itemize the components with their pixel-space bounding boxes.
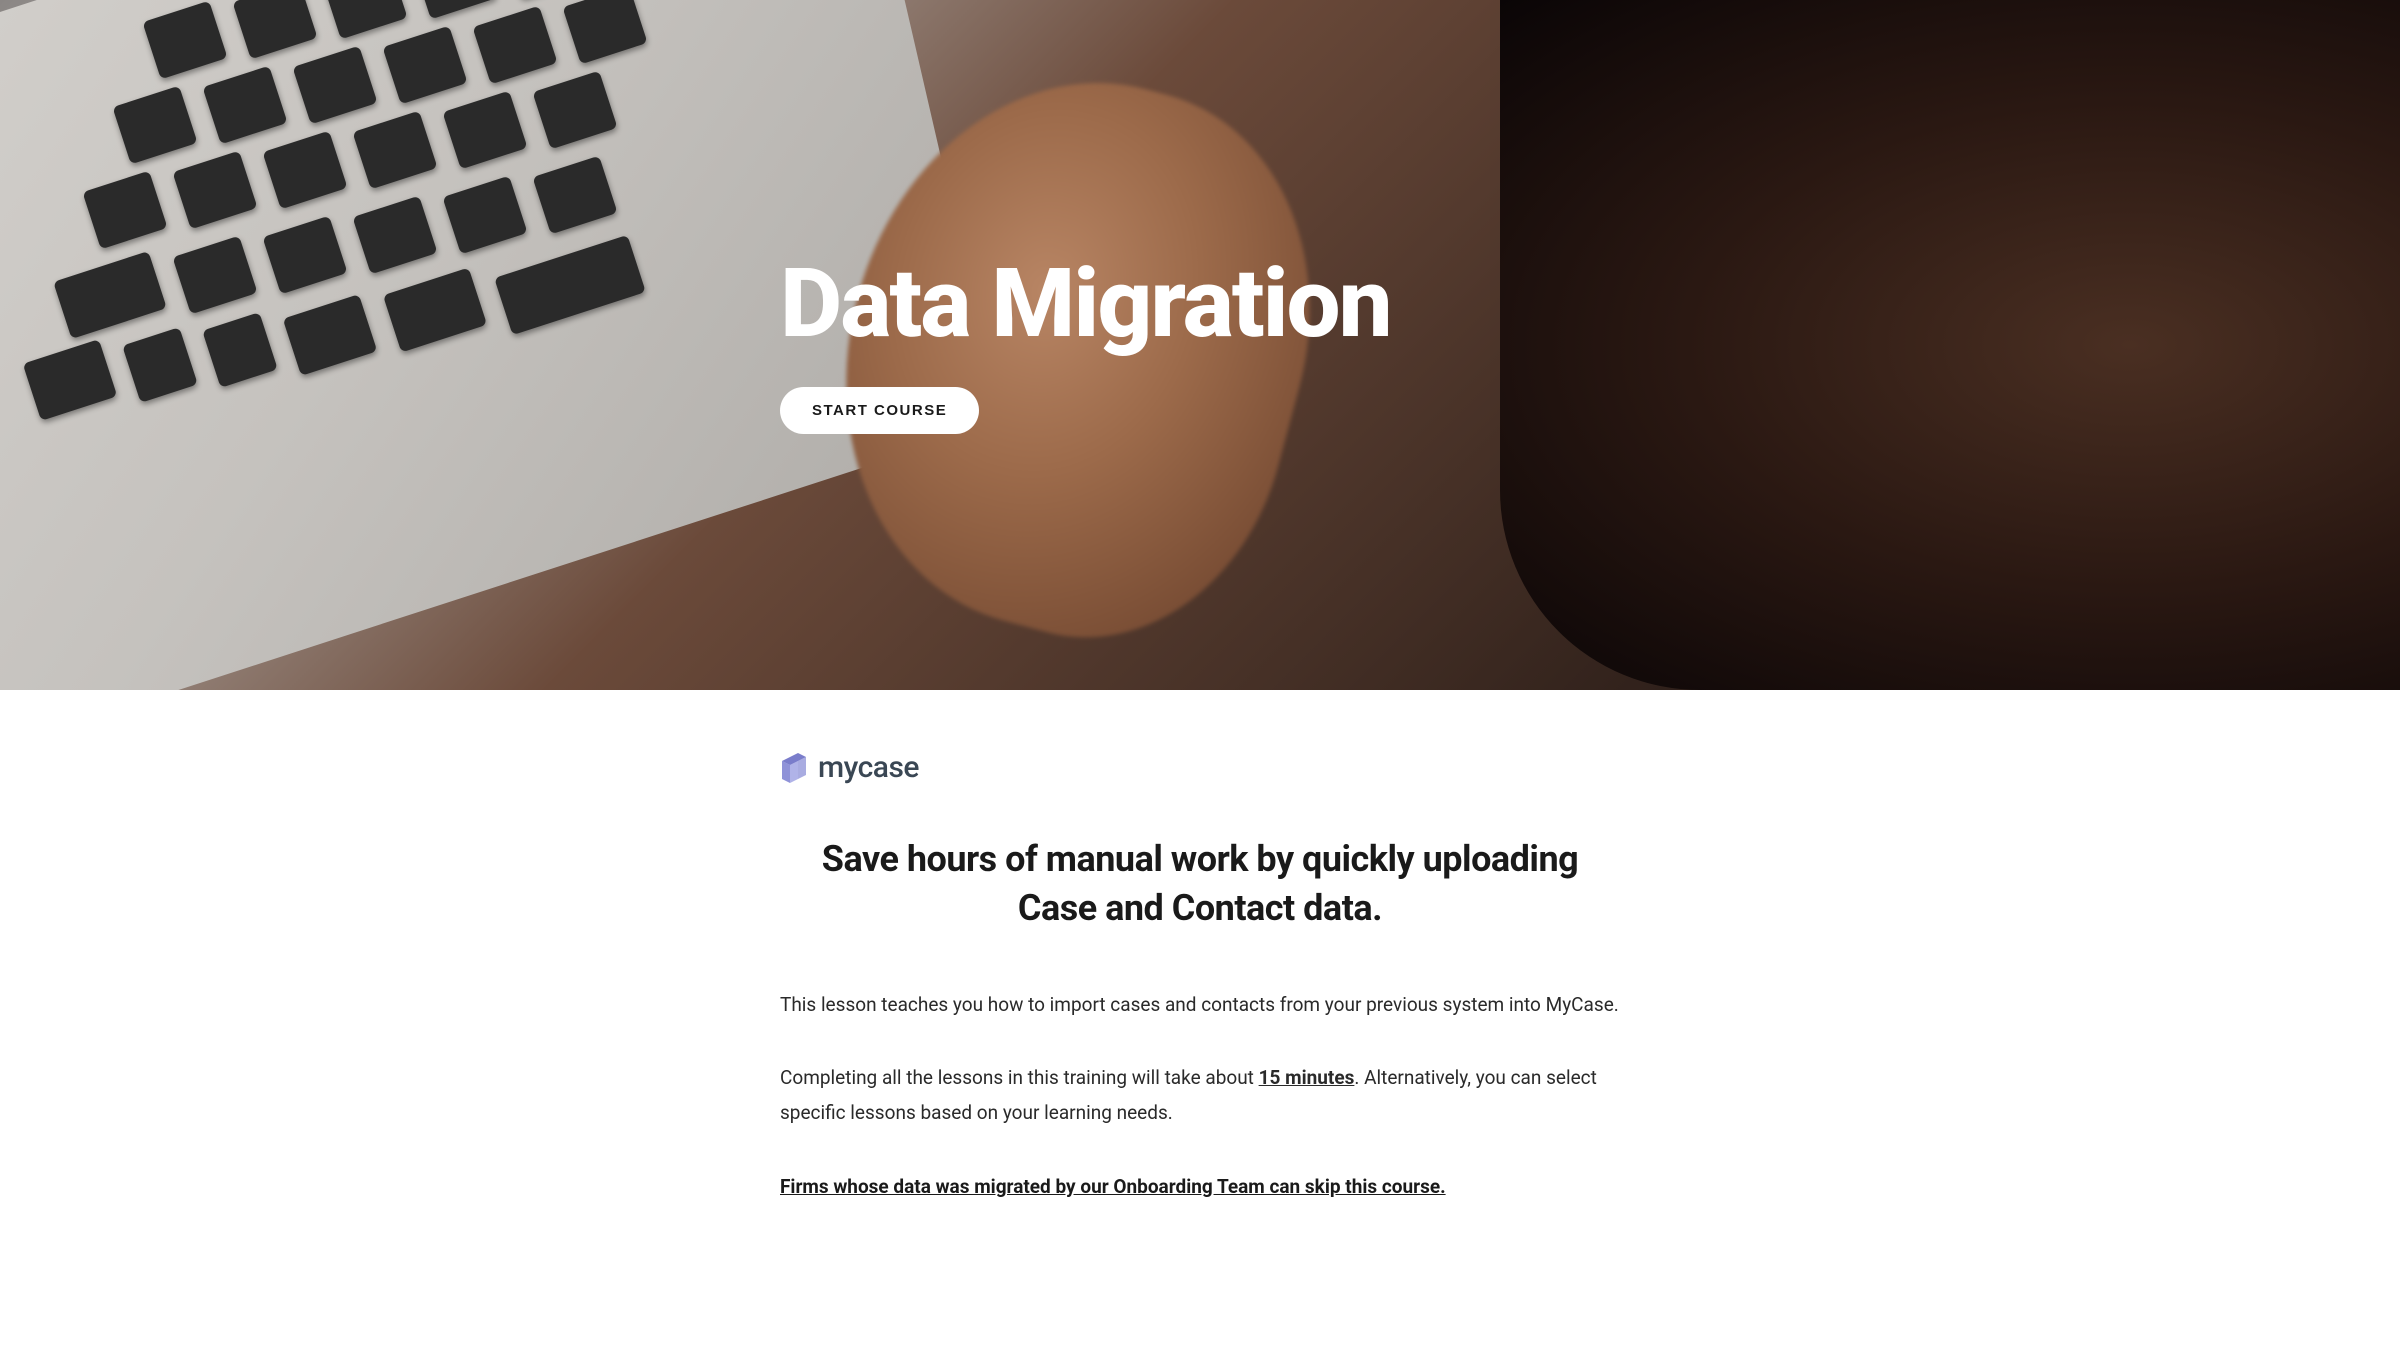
logo-text: mycase — [818, 750, 919, 785]
hero-content: Data Migration START COURSE — [760, 256, 1640, 434]
logo: mycase — [780, 750, 1620, 785]
mycase-logo-icon — [780, 753, 808, 783]
duration-value: 15 minutes — [1259, 1066, 1355, 1089]
hero-section: Data Migration START COURSE — [0, 0, 2400, 690]
start-course-button[interactable]: START COURSE — [780, 387, 979, 434]
duration-paragraph: Completing all the lessons in this train… — [780, 1060, 1620, 1130]
skip-notice: Firms whose data was migrated by our Onb… — [780, 1169, 1620, 1204]
intro-paragraph: This lesson teaches you how to import ca… — [780, 987, 1620, 1022]
page-title: Data Migration — [780, 256, 1620, 352]
content-subtitle: Save hours of manual work by quickly upl… — [780, 835, 1620, 932]
duration-text-before: Completing all the lessons in this train… — [780, 1066, 1259, 1089]
content-section: mycase Save hours of manual work by quic… — [760, 690, 1640, 1284]
